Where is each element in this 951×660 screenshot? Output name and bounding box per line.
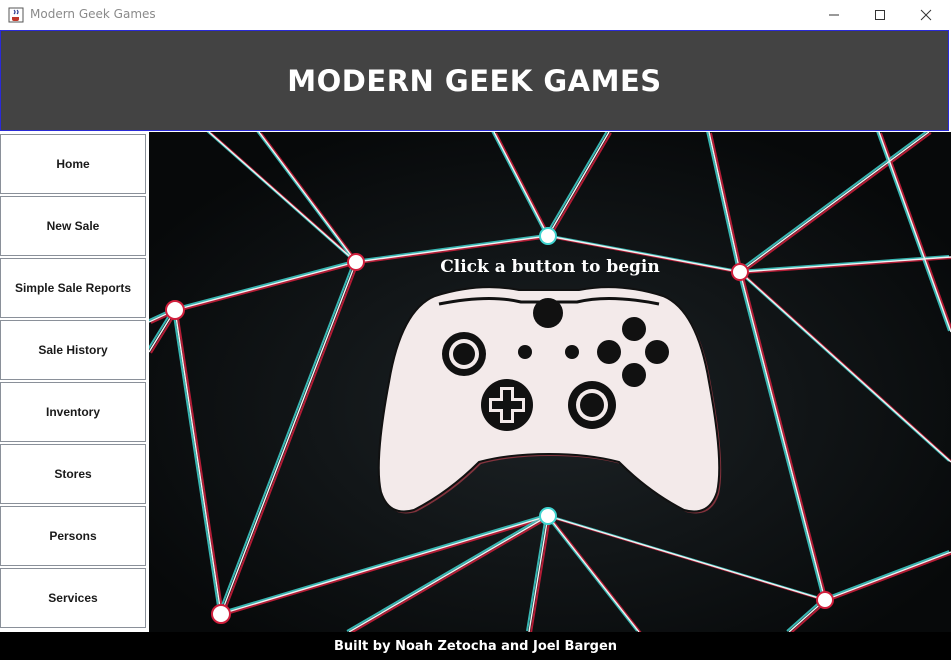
app-footer: Built by Noah Zetocha and Joel Bargen [0,632,951,660]
sidebar-item-persons[interactable]: Persons [0,506,146,566]
java-cup-icon [8,7,24,23]
main-panel: Click a button to begin [149,132,951,632]
sidebar-item-new-sale[interactable]: New Sale [0,196,146,256]
window-title: Modern Geek Games [30,7,156,21]
sidebar-item-inventory[interactable]: Inventory [0,382,146,442]
maximize-icon [875,10,885,20]
page-title: MODERN GEEK GAMES [287,63,662,98]
sidebar-item-sale-history[interactable]: Sale History [0,320,146,380]
minimize-button[interactable] [811,0,857,30]
game-controller-network-image [149,132,951,632]
sidebar-item-services[interactable]: Services [0,568,146,628]
start-prompt: Click a button to begin [440,257,660,277]
window-titlebar: Modern Geek Games [0,0,951,30]
close-button[interactable] [903,0,949,30]
minimize-icon [829,14,839,16]
sidebar-item-home[interactable]: Home [0,134,146,194]
close-icon [920,9,932,21]
maximize-button[interactable] [857,0,903,30]
sidebar-nav: Home New Sale Simple Sale Reports Sale H… [0,132,149,632]
sidebar-item-stores[interactable]: Stores [0,444,146,504]
app-header: MODERN GEEK GAMES [0,30,949,131]
sidebar-item-simple-sale-reports[interactable]: Simple Sale Reports [0,258,146,318]
footer-credits: Built by Noah Zetocha and Joel Bargen [333,638,618,654]
